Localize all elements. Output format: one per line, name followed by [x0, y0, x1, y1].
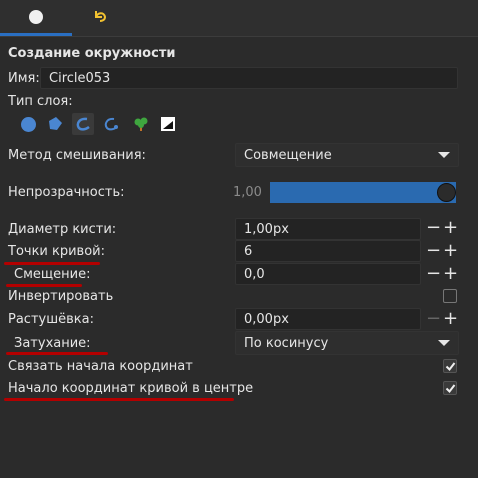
blend-method-value: Совмещение: [244, 147, 332, 163]
invert-label: Инвертировать: [8, 289, 114, 304]
brush-size-value: 1,00px: [244, 221, 289, 237]
feather-field[interactable]: 0,00px: [235, 308, 421, 330]
annotation-underline: [6, 284, 82, 287]
section-title: Создание окружности: [8, 46, 176, 61]
opacity-slider-fill: [270, 182, 456, 203]
brush-size-field[interactable]: 1,00px: [235, 218, 421, 240]
link-origins-label: Связать начала координат: [8, 359, 193, 374]
link-origins-checkbox[interactable]: [443, 359, 457, 373]
name-value: Circle053: [49, 70, 111, 86]
name-field[interactable]: Circle053: [40, 67, 458, 89]
annotation-underline: [6, 352, 108, 355]
tab-history[interactable]: [72, 0, 128, 36]
falloff-label: Затухание:: [14, 336, 91, 351]
region-layer-icon[interactable]: [44, 113, 66, 135]
offset-decrement-button[interactable]: −: [426, 265, 441, 283]
falloff-select[interactable]: По косинусу: [235, 331, 459, 355]
brush-size-decrement-button[interactable]: −: [426, 219, 441, 237]
brush-size-increment-button[interactable]: +: [443, 219, 458, 237]
offset-increment-button[interactable]: +: [443, 265, 458, 283]
feather-label: Растушёвка:: [8, 312, 94, 327]
checkmark-icon: [445, 383, 455, 393]
name-label: Имя:: [8, 71, 40, 86]
chevron-down-icon: [438, 340, 450, 346]
feather-decrement-button[interactable]: −: [426, 310, 441, 328]
circle-icon: [29, 9, 43, 24]
curve-origin-center-checkbox[interactable]: [443, 381, 457, 395]
offset-label: Смещение:: [14, 267, 91, 282]
opacity-value: 1,00: [233, 185, 262, 200]
brush-size-label: Диаметр кисти:: [8, 222, 117, 237]
curve-points-value: 6: [244, 243, 253, 259]
outline-layer-icon[interactable]: [72, 113, 94, 135]
blend-method-select[interactable]: Совмещение: [235, 143, 459, 167]
layer-type-label: Тип слоя:: [8, 94, 73, 109]
opacity-label: Непрозрачность:: [8, 185, 125, 200]
plant-layer-icon[interactable]: [130, 113, 152, 135]
tab-bar: [0, 0, 478, 36]
blend-method-label: Метод смешивания:: [8, 148, 146, 163]
curve-origin-center-label: Начало координат кривой в центре: [8, 381, 254, 396]
invert-checkbox[interactable]: [443, 289, 457, 303]
falloff-value: По косинусу: [244, 335, 329, 351]
offset-field[interactable]: 0,0: [235, 263, 421, 285]
opacity-slider-handle[interactable]: [437, 183, 456, 202]
feather-value: 0,00px: [244, 311, 289, 327]
tab-circle-tool[interactable]: [0, 0, 72, 36]
advanced-outline-layer-icon[interactable]: [100, 113, 122, 135]
annotation-underline: [4, 262, 100, 265]
curve-points-increment-button[interactable]: +: [443, 242, 458, 260]
curve-points-field[interactable]: 6: [235, 240, 421, 262]
curve-points-label: Точки кривой:: [8, 244, 106, 259]
circle-layer-icon[interactable]: [17, 113, 39, 135]
tab-divider: [0, 36, 478, 37]
undo-arrow-icon: [92, 8, 108, 28]
curve-gradient-layer-icon[interactable]: [157, 113, 179, 135]
chevron-down-icon: [438, 152, 450, 158]
curve-points-decrement-button[interactable]: −: [426, 242, 441, 260]
feather-increment-button[interactable]: +: [443, 310, 458, 328]
annotation-underline: [4, 398, 234, 401]
offset-value: 0,0: [244, 266, 265, 282]
opacity-slider[interactable]: [270, 182, 456, 203]
checkmark-icon: [445, 361, 455, 371]
